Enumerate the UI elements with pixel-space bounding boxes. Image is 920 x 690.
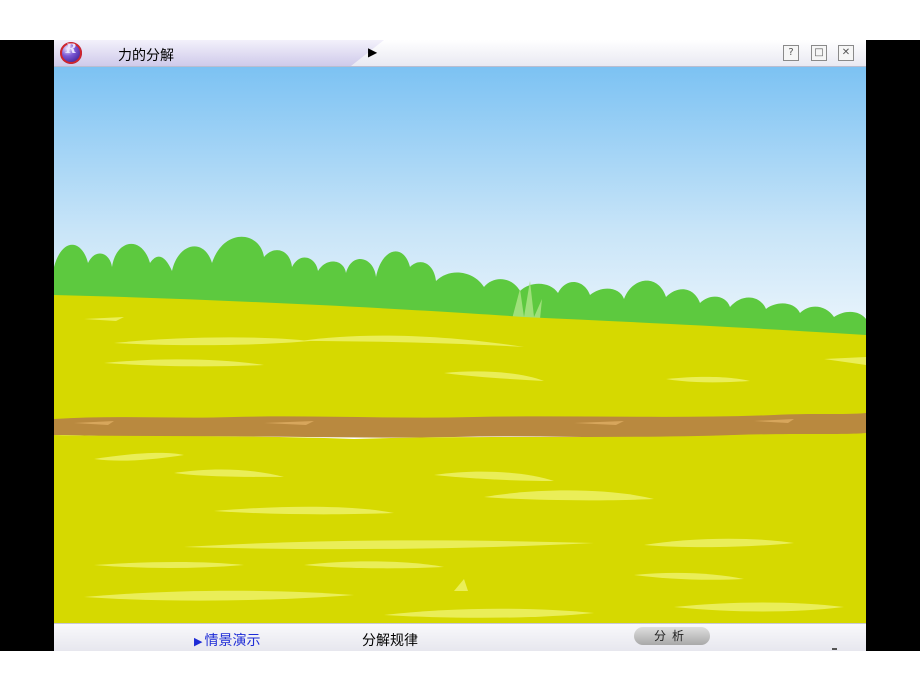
presentation-frame: R 力的分解 ▶ ? □ ✕ ▶ 情景演示 分解规律 分析 xyxy=(0,40,920,651)
app-logo-icon: R xyxy=(60,42,82,64)
page-edge-mark xyxy=(832,648,837,650)
title-tab xyxy=(54,40,384,66)
restore-button[interactable]: □ xyxy=(811,45,827,61)
scene-demo-label: 情景演示 xyxy=(204,633,261,649)
bottom-toolbar: ▶ 情景演示 分解规律 分析 xyxy=(54,623,866,651)
analyze-button[interactable]: 分析 xyxy=(634,627,710,645)
title-bar: R 力的分解 ▶ ? □ ✕ xyxy=(54,40,866,67)
play-arrow-icon[interactable]: ▶ xyxy=(368,44,380,60)
window-title: 力的分解 xyxy=(118,48,174,64)
field-scene-illustration xyxy=(54,67,866,623)
animation-scene xyxy=(54,67,866,623)
help-button[interactable]: ? xyxy=(783,45,799,61)
decomposition-rule-tab[interactable]: 分解规律 xyxy=(362,630,418,650)
active-marker-icon: ▶ xyxy=(194,635,203,648)
app-window: R 力的分解 ▶ ? □ ✕ ▶ 情景演示 分解规律 分析 xyxy=(54,40,866,651)
close-button[interactable]: ✕ xyxy=(838,45,854,61)
scene-demo-tab[interactable]: ▶ 情景演示 xyxy=(194,630,260,650)
logo-letter: R xyxy=(65,42,77,57)
